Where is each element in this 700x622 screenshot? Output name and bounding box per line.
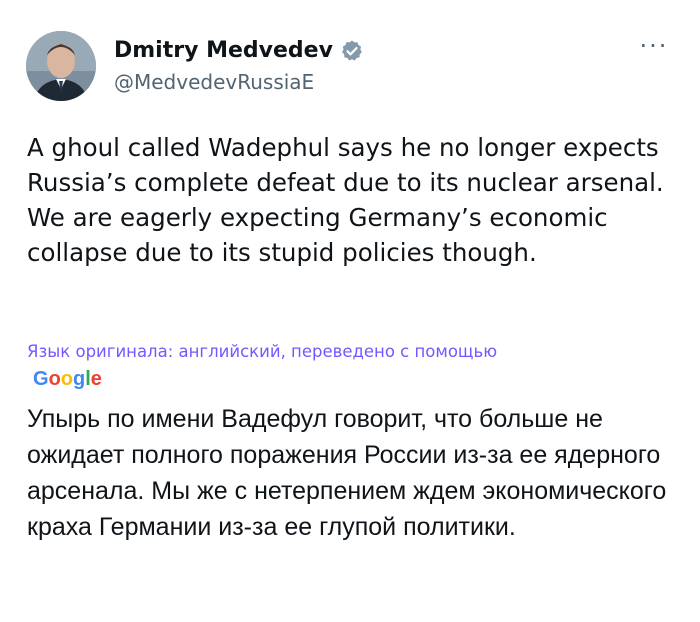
tweet-text: A ghoul called Wadephul says he no longe… — [27, 133, 664, 267]
translation-note: Язык оригинала: английский, переведено с… — [27, 342, 498, 361]
more-dots-icon: ··· — [639, 32, 669, 60]
translated-text: Упырь по имени Вадефул говорит, что боль… — [27, 405, 667, 541]
author-name-label[interactable]: Dmitry Medvedev — [114, 38, 333, 63]
tweet: Dmitry Medvedev @MedvedevRussiaE ··· A g… — [0, 0, 700, 622]
author-name[interactable]: Dmitry Medvedev — [114, 38, 364, 63]
author-handle[interactable]: @MedvedevRussiaE — [114, 70, 314, 94]
more-options-button[interactable]: ··· — [634, 32, 674, 60]
avatar[interactable] — [26, 31, 96, 101]
verified-badge-icon — [340, 39, 364, 63]
google-logo[interactable]: Google — [33, 368, 102, 391]
